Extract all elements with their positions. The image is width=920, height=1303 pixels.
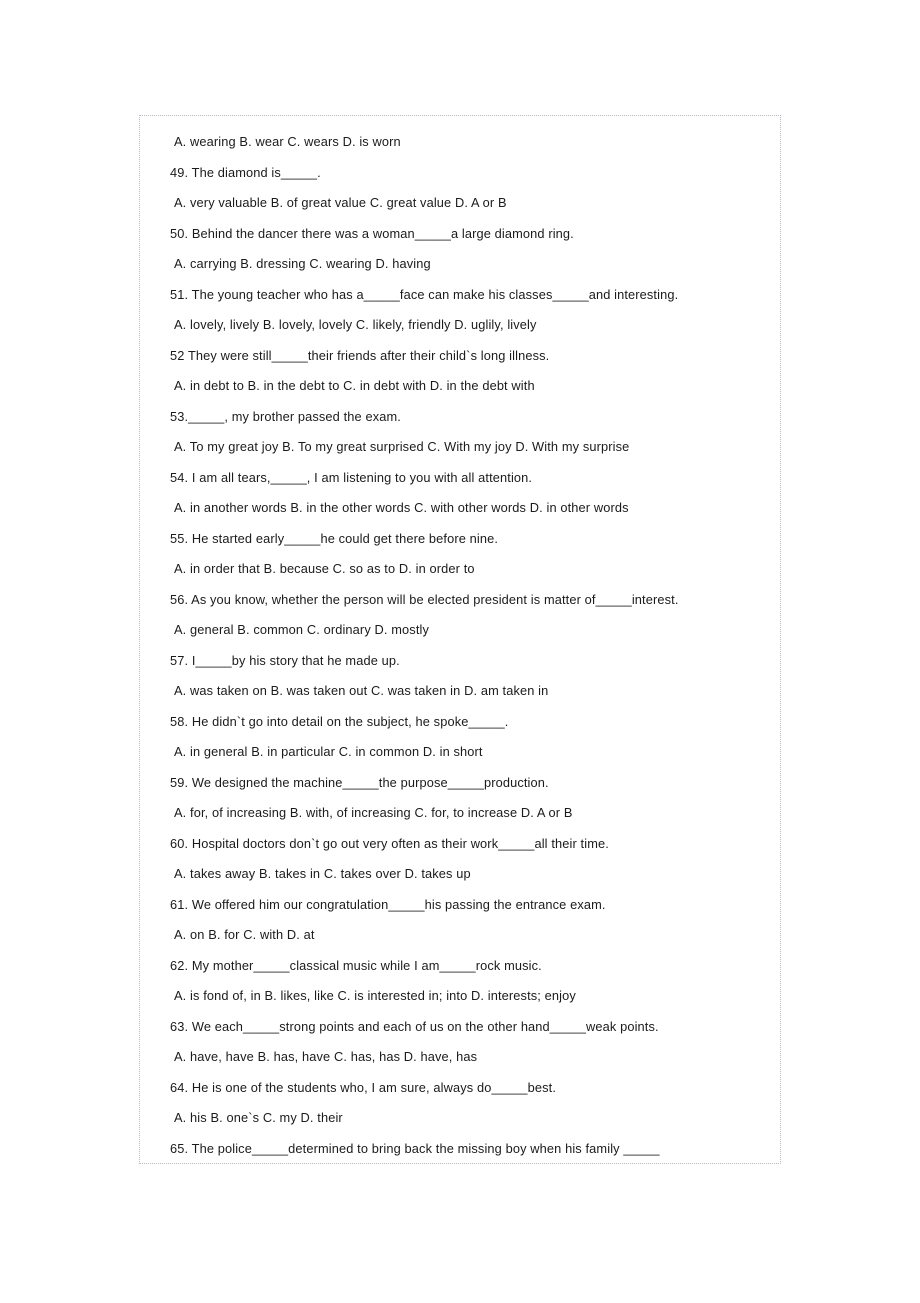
question-line: 57. I_____by his story that he made up.: [170, 652, 400, 668]
answer-options-line: A. general B. common C. ordinary D. most…: [174, 622, 430, 637]
answer-options-line: A. carrying B. dressing C. wearing D. ha…: [174, 256, 431, 271]
question-line: 63. We each_____strong points and each o…: [170, 1018, 659, 1034]
answer-options-line: A. was taken on B. was taken out C. was …: [174, 683, 549, 698]
question-list: A. wearing B. wear C. wears D. is worn 49…: [140, 116, 782, 1164]
answer-options-line: A. lovely, lively B. lovely, lovely C. l…: [174, 317, 537, 332]
question-line: 64. He is one of the students who, I am …: [170, 1079, 557, 1095]
answer-options-line: A. his B. one`s C. my D. their: [174, 1110, 343, 1125]
question-line: 61. We offered him our congratulation___…: [170, 896, 606, 912]
answer-options-line: A. takes away B. takes in C. takes over …: [174, 866, 471, 881]
answer-options-line: A. for, of increasing B. with, of increa…: [174, 805, 573, 820]
answer-options-line: A. in order that B. because C. so as to …: [174, 561, 475, 576]
answer-options-line: A. on B. for C. with D. at: [174, 927, 315, 942]
question-line: 56. As you know, whether the person will…: [170, 591, 679, 607]
question-line: 52 They were still_____their friends aft…: [170, 347, 550, 363]
question-line: 54. I am all tears,_____, I am listening…: [170, 469, 533, 485]
question-line: 58. He didn`t go into detail on the subj…: [170, 713, 509, 729]
question-line: 49. The diamond is_____.: [170, 164, 321, 180]
answer-options-line: A. very valuable B. of great value C. gr…: [174, 195, 507, 210]
answer-options-line: A. is fond of, in B. likes, like C. is i…: [174, 988, 576, 1003]
question-line: 59. We designed the machine_____the purp…: [170, 774, 549, 790]
answer-options-line: A. in general B. in particular C. in com…: [174, 744, 483, 759]
answer-options-line: A. in another words B. in the other word…: [174, 500, 629, 515]
answer-options-line: A. in debt to B. in the debt to C. in de…: [174, 378, 535, 393]
question-line: 60. Hospital doctors don`t go out very o…: [170, 835, 609, 851]
question-line: 65. The police_____determined to bring b…: [170, 1140, 660, 1156]
answer-options-line: A. To my great joy B. To my great surpri…: [174, 439, 630, 454]
question-line: 53._____, my brother passed the exam.: [170, 408, 401, 424]
answer-options-line: A. wearing B. wear C. wears D. is worn: [174, 134, 401, 149]
question-line: 62. My mother_____classical music while …: [170, 957, 542, 973]
question-line: 51. The young teacher who has a_____face…: [170, 286, 679, 302]
worksheet-page: A. wearing B. wear C. wears D. is worn 49…: [139, 115, 781, 1164]
question-line: 55. He started early_____he could get th…: [170, 530, 499, 546]
answer-options-line: A. have, have B. has, have C. has, has D…: [174, 1049, 478, 1064]
question-line: 50. Behind the dancer there was a woman_…: [170, 225, 574, 241]
